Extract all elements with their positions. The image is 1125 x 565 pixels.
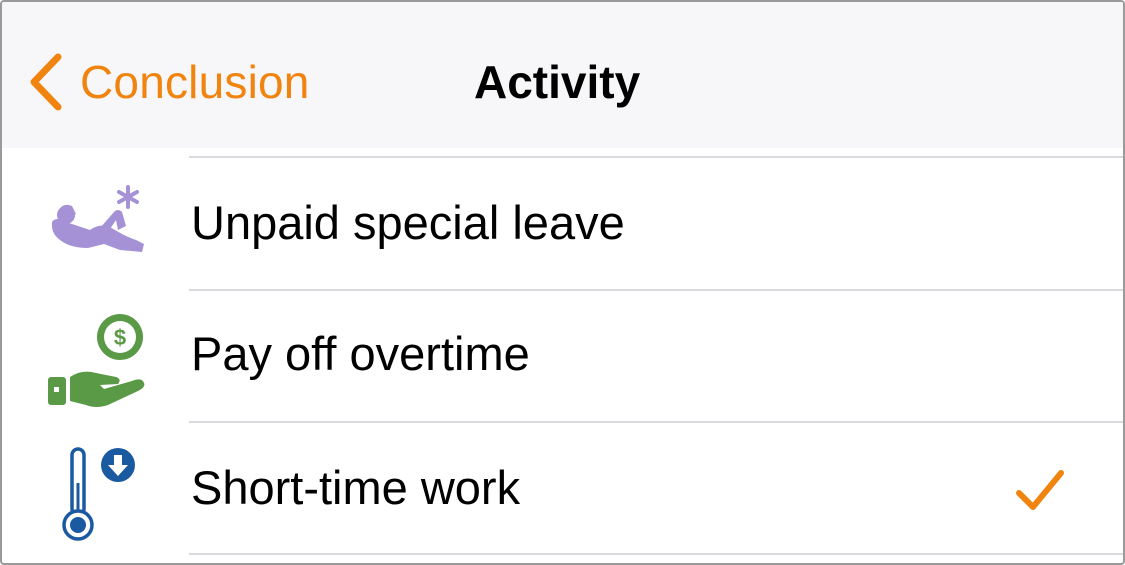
- thermometer-down-icon: [62, 447, 135, 541]
- back-button-label: Conclusion: [80, 56, 310, 108]
- hand-with-dollar-coin-icon: $: [48, 314, 145, 407]
- svg-text:$: $: [114, 325, 126, 350]
- list-item-unpaid-special-leave[interactable]: Unpaid special leave: [2, 158, 1123, 288]
- list-item-label: Pay off overtime: [191, 327, 530, 380]
- list-item-label: Unpaid special leave: [191, 196, 625, 249]
- list-item-pay-off-overtime[interactable]: $ Pay off overtime: [2, 291, 1123, 421]
- chevron-left-icon: [30, 53, 62, 111]
- page-title: Activity: [474, 56, 641, 108]
- back-button[interactable]: Conclusion: [24, 50, 310, 114]
- list-divider: [189, 553, 1123, 555]
- list-item-label: Short-time work: [191, 461, 521, 514]
- checkmark-icon: [1016, 470, 1064, 510]
- navigation-bar: Conclusion Activity: [2, 2, 1123, 148]
- reclining-person-icon: [52, 185, 144, 252]
- list-item-short-time-work[interactable]: Short-time work: [2, 423, 1123, 553]
- screen-frame: Conclusion Activity Unpaid special leave…: [0, 0, 1125, 565]
